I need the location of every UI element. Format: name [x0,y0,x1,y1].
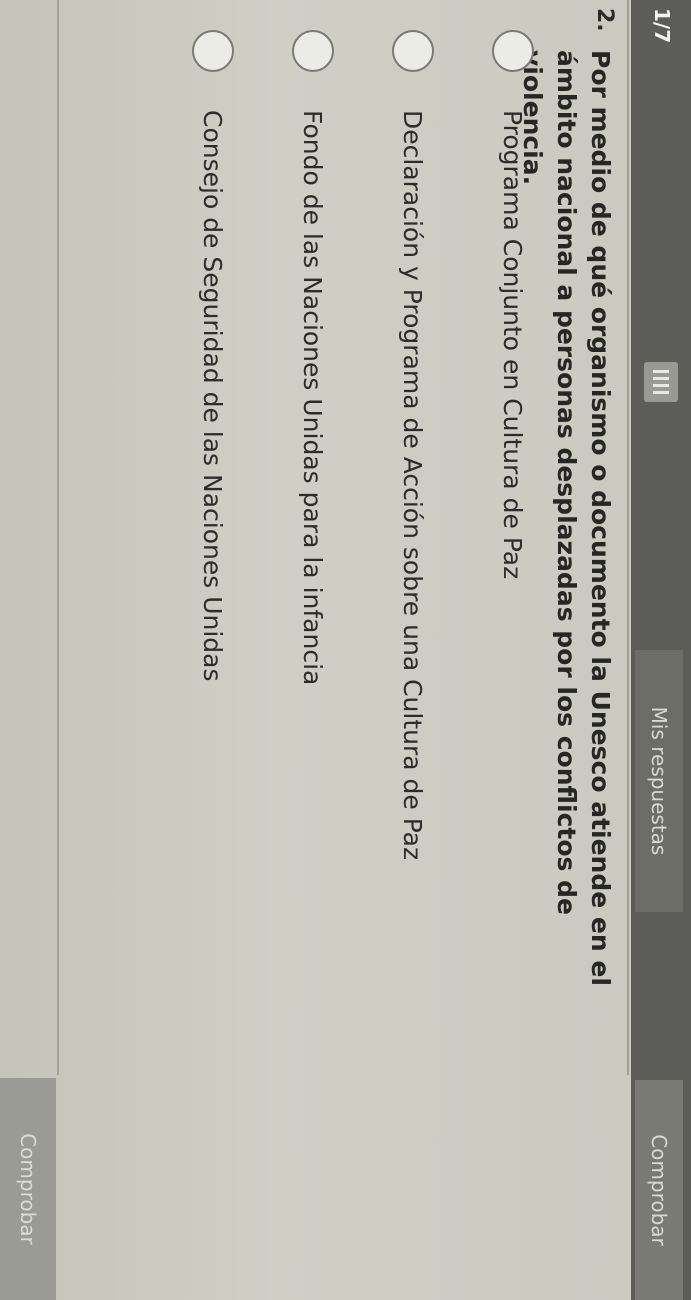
divider [627,0,629,1075]
top-toolbar: 1/7 Mis respuestas Comprobar [631,0,691,1300]
bottom-divider [57,0,59,1075]
check-button-label: Comprobar [16,1133,40,1245]
my-answers-label: Mis respuestas [647,706,671,856]
check-tab-label: Comprobar [647,1134,671,1246]
question-counter: 1/7 [650,8,674,44]
option-label: Programa Conjunto en Cultura de Paz [498,110,528,580]
option-2[interactable]: Declaración y Programa de Acción sobre u… [387,30,439,1030]
radio-button[interactable] [192,30,234,72]
option-label: Declaración y Programa de Acción sobre u… [398,110,428,861]
radio-button[interactable] [392,30,434,72]
option-label: Consejo de Seguridad de las Naciones Uni… [198,110,228,682]
option-label: Fondo de las Naciones Unidas para la inf… [298,110,328,686]
radio-button[interactable] [292,30,334,72]
quiz-page: 1/7 Mis respuestas Comprobar 2. Por medi… [0,0,691,1300]
question-number: 2. [592,8,617,32]
my-answers-tab[interactable]: Mis respuestas [635,650,683,912]
radio-button[interactable] [492,30,534,72]
check-button[interactable]: Comprobar [0,1078,56,1300]
option-1[interactable]: Programa Conjunto en Cultura de Paz [487,30,539,1030]
option-3[interactable]: Fondo de las Naciones Unidas para la inf… [287,30,339,1030]
option-4[interactable]: Consejo de Seguridad de las Naciones Uni… [187,30,239,1030]
check-tab[interactable]: Comprobar [635,1080,683,1300]
grid-icon[interactable] [644,362,678,402]
screen: 1/7 Mis respuestas Comprobar 2. Por medi… [0,0,691,1300]
